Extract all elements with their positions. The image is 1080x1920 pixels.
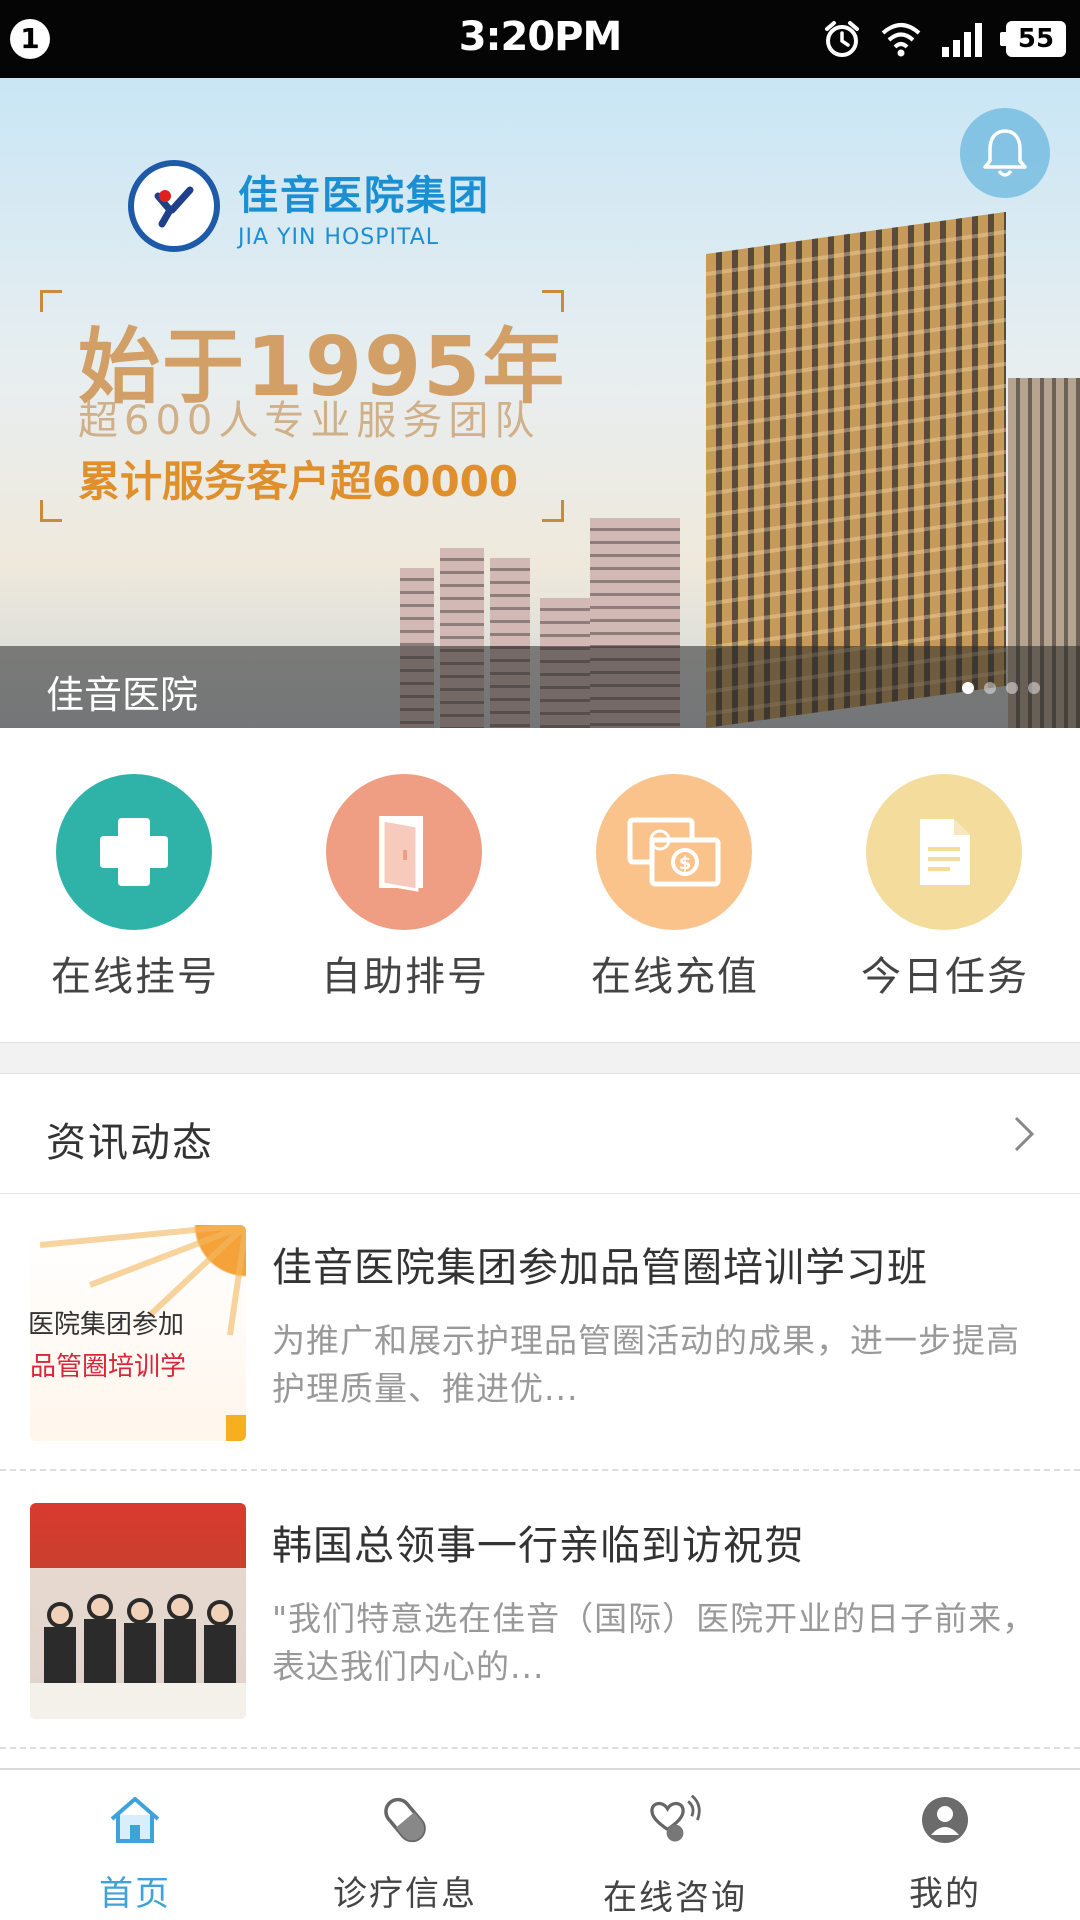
nav-label: 诊疗信息 [333, 1874, 477, 1914]
news-section-header[interactable]: 资讯动态 [0, 1074, 1080, 1194]
nav-tab-home[interactable]: 首页 [0, 1770, 270, 1920]
signal-icon [942, 23, 982, 57]
banner-subline-highlight: 累计服务客户超60000 [78, 457, 519, 506]
chat-heart-icon [647, 1792, 703, 1848]
quick-action-label: 今日任务 [861, 954, 1029, 1000]
chevron-right-icon [1014, 1116, 1035, 1152]
svg-text:$: $ [679, 853, 692, 874]
news-description: 为推广和展示护理品管圈活动的成果，进一步提高护理质量、推进优... [272, 1321, 1020, 1408]
carousel-dot[interactable] [1006, 682, 1018, 694]
quick-action-online-registration[interactable]: 在线挂号 [0, 728, 270, 1042]
pill-icon [377, 1792, 433, 1848]
nav-label: 我的 [909, 1874, 981, 1914]
news-item[interactable]: 韩国总领事一行亲临到访祝贺 "我们特意选在佳音（国际）医院开业的日子前来，表达我… [0, 1473, 1080, 1749]
news-description: "我们特意选在佳音（国际）医院开业的日子前来，表达我们内心的... [272, 1599, 1037, 1686]
banner-subline: 超600人专业服务团队 [78, 398, 541, 444]
status-bar: 1 3:20PM 55 [0, 0, 1080, 78]
quick-action-label: 在线充值 [591, 954, 759, 1000]
quick-action-today-tasks[interactable]: 今日任务 [810, 728, 1080, 1042]
quick-action-label: 在线挂号 [51, 954, 219, 1000]
nav-tab-profile[interactable]: 我的 [810, 1770, 1080, 1920]
quick-action-online-recharge[interactable]: $ 在线充值 [540, 728, 810, 1042]
home-icon [107, 1792, 163, 1848]
alarm-icon [825, 21, 859, 57]
user-icon [917, 1792, 973, 1848]
medical-cross-icon [56, 774, 212, 930]
bell-icon [983, 129, 1027, 177]
news-title: 韩国总领事一行亲临到访祝贺 [272, 1523, 805, 1569]
wifi-icon [881, 23, 921, 57]
section-divider [0, 1042, 1080, 1074]
carousel-dot[interactable] [984, 682, 996, 694]
news-thumbnail: 医院集团参加 品管圈培训学 [30, 1225, 246, 1441]
status-icons: 55 [822, 14, 1066, 64]
nav-label: 首页 [99, 1874, 171, 1914]
quick-action-label: 自助排号 [321, 954, 489, 1000]
document-icon [866, 774, 1022, 930]
thumb-text: 医院集团参加 [30, 1310, 184, 1340]
carousel-dot[interactable] [962, 682, 974, 694]
bottom-navigation: 首页 诊疗信息 在线咨询 我的 [0, 1768, 1080, 1920]
thumb-text: 品管圈培训学 [30, 1352, 186, 1382]
banner-caption-bar: 佳音医院 [0, 646, 1080, 728]
news-item[interactable]: 医院集团参加 品管圈培训学 佳音医院集团参加品管圈培训学习班 为推广和展示护理品… [0, 1195, 1080, 1471]
nav-tab-online-consult[interactable]: 在线咨询 [540, 1770, 810, 1920]
battery-icon: 55 [1000, 21, 1066, 57]
news-title: 佳音医院集团参加品管圈培训学习班 [272, 1245, 928, 1291]
door-icon [326, 774, 482, 930]
logo-chinese-name: 佳音医院集团 [238, 172, 490, 219]
money-icon: $ [596, 774, 752, 930]
logo-english-name: JIA YIN HOSPITAL [238, 224, 440, 250]
nav-tab-diagnosis-info[interactable]: 诊疗信息 [270, 1770, 540, 1920]
quick-action-self-queue[interactable]: 自助排号 [270, 728, 540, 1042]
quick-actions: 在线挂号 自助排号 $ 在线充值 今日任务 [0, 728, 1080, 1042]
hospital-logo: 佳音医院集团 JIA YIN HOSPITAL [128, 160, 490, 252]
news-section-title: 资讯动态 [46, 1120, 214, 1166]
notification-bell-button[interactable] [960, 108, 1050, 198]
carousel-indicator [962, 682, 1040, 694]
nav-label: 在线咨询 [603, 1878, 747, 1918]
banner-carousel[interactable]: 佳音医院集团 JIA YIN HOSPITAL 始于1995年 超600人专业服… [0, 78, 1080, 728]
logo-emblem-icon [128, 160, 220, 252]
news-thumbnail [30, 1503, 246, 1719]
banner-caption: 佳音医院 [46, 673, 199, 717]
carousel-dot[interactable] [1028, 682, 1040, 694]
